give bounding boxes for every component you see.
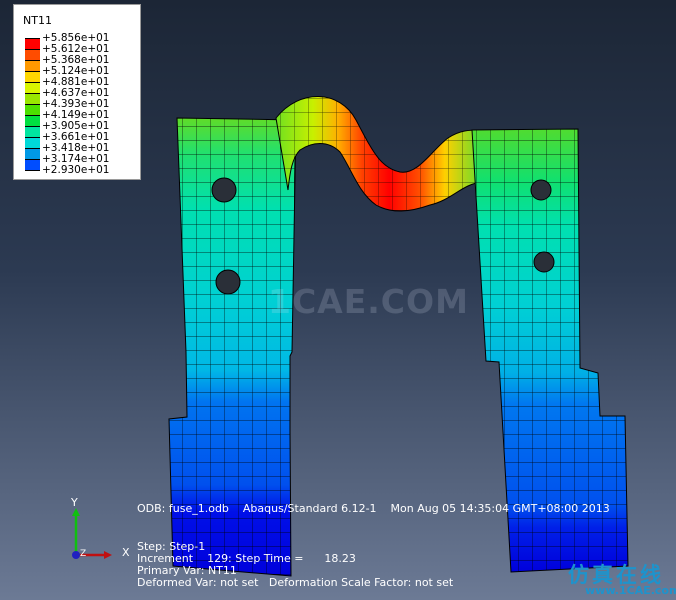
legend-swatch (25, 137, 40, 148)
deformed-var-info: Deformed Var: not set Deformation Scale … (137, 576, 454, 589)
legend-swatch (25, 60, 40, 71)
watermark-text: 1CAE.COM (268, 282, 469, 321)
right-leg (471, 128, 629, 573)
brand-watermark-url: www.1CAE.com (585, 584, 676, 597)
triad-y-label: Y (71, 496, 78, 509)
legend-swatch (25, 82, 40, 93)
legend-swatch (25, 148, 40, 159)
legend-swatch (25, 93, 40, 104)
legend-swatch (25, 104, 40, 115)
legend-swatch (25, 49, 40, 60)
legend-swatch (25, 159, 40, 170)
model-viewport[interactable]: 1CAE.COM NT11 +5.856e+01 +5.612e+01 +5.368… (0, 0, 676, 600)
triad-z-label: Z (80, 549, 87, 559)
triad-x-label: X (122, 546, 130, 559)
contour-legend: NT11 +5.856e+01 +5.612e+01 +5.368e+01 +5.12… (13, 4, 141, 180)
axis-triad: Y X Z (58, 496, 130, 580)
triad-icon (72, 508, 112, 559)
odb-info: ODB: fuse_1.odb Abaqus/Standard 6.12-1 M… (137, 502, 610, 515)
legend-swatch (25, 170, 40, 171)
legend-swatch (25, 38, 40, 49)
legend-swatch (25, 115, 40, 126)
legend-swatch (25, 71, 40, 82)
legend-title: NT11 (23, 14, 52, 27)
fuse-link (275, 96, 483, 212)
legend-tick-label: +2.930e+01 (42, 164, 110, 176)
legend-swatch (25, 126, 40, 137)
